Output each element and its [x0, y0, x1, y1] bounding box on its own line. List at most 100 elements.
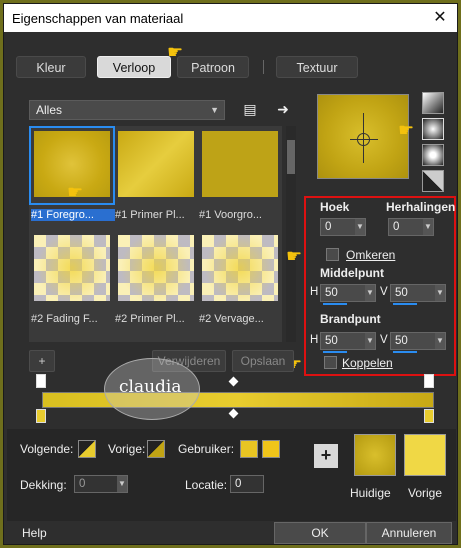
omkeren-checkbox[interactable] — [326, 248, 339, 261]
category-value: Alles — [36, 103, 63, 117]
omkeren-label: Omkeren — [346, 248, 396, 262]
pointer-hand-icon: ☛ — [67, 182, 84, 202]
tab-verloop[interactable]: Verloop — [97, 56, 171, 78]
ok-button[interactable]: OK — [274, 522, 366, 544]
chevron-down-icon[interactable]: ▼ — [365, 285, 375, 301]
brandpunt-h-input[interactable]: 50 ▼ — [320, 332, 376, 353]
gradient-bar[interactable] — [42, 392, 434, 408]
close-button[interactable]: ✕ — [429, 7, 451, 29]
rectangular-style-button[interactable] — [422, 118, 444, 140]
gallery-item[interactable]: #1 Voorgro... — [199, 128, 281, 221]
save-gradient-button[interactable]: Opslaan — [232, 350, 294, 372]
herhalingen-label: Herhalingen — [386, 200, 456, 214]
h-label: H — [310, 286, 319, 298]
tab-separator — [263, 60, 264, 74]
user-color-swatch[interactable] — [240, 440, 258, 458]
gallery-caption: #2 Primer Pl... — [115, 313, 185, 325]
value-slider[interactable] — [393, 351, 417, 353]
tab-kleur[interactable]: Kleur — [16, 56, 86, 78]
gradient-swatch — [118, 235, 194, 301]
hoek-input[interactable]: 0 ▼ — [320, 218, 366, 236]
cancel-button[interactable]: Annuleren — [366, 522, 452, 544]
brandpunt-h-value: 50 — [325, 335, 338, 347]
koppelen-checkbox[interactable] — [324, 356, 337, 369]
add-gradient-button[interactable]: + — [29, 350, 55, 372]
gradient-parameters: Hoek Herhalingen 0 ▼ 0 ▼ Omkeren Middelpun… — [304, 196, 456, 376]
gallery-item[interactable]: #1 Primer Pl... — [115, 128, 197, 221]
tab-patroon[interactable]: Patroon — [177, 56, 249, 78]
gradient-preview[interactable] — [317, 94, 409, 179]
gallery-caption: #1 Foregro... — [31, 209, 115, 221]
gradient-swatch — [34, 235, 110, 301]
middelpunt-v-input[interactable]: 50 ▼ — [390, 284, 446, 305]
h-label: H — [310, 334, 319, 346]
gradient-swatch — [202, 131, 278, 197]
hoek-value: 0 — [325, 221, 332, 233]
vorige-swatch-label: Vorige — [408, 486, 443, 500]
user-color-swatch[interactable] — [262, 440, 280, 458]
gradient-swatch — [202, 235, 278, 301]
chevron-down-icon: ▼ — [210, 105, 219, 115]
brandpunt-v-input[interactable]: 50 ▼ — [390, 332, 446, 353]
locatie-label: Locatie: — [185, 478, 228, 492]
tab-textuur[interactable]: Textuur — [276, 56, 358, 78]
brandpunt-v-value: 50 — [395, 335, 408, 347]
chevron-down-icon[interactable]: ▼ — [365, 333, 375, 349]
v-label: V — [380, 334, 388, 346]
value-slider[interactable] — [323, 303, 347, 305]
dialog-title: Eigenschappen van materiaal — [12, 11, 184, 26]
help-link[interactable]: Help — [22, 526, 47, 540]
gallery-caption: #1 Voorgro... — [199, 209, 262, 221]
volgende-label: Volgende: — [20, 442, 74, 456]
watermark-text: claudia — [119, 377, 182, 397]
linear-style-button[interactable] — [422, 92, 444, 114]
color-stop[interactable] — [36, 409, 46, 423]
gradient-gallery: #1 Foregro... #1 Primer Pl... #1 Voorgro… — [29, 126, 282, 342]
radial-style-button[interactable] — [422, 144, 444, 166]
previous-swatch[interactable] — [404, 434, 446, 476]
background-stop-button[interactable] — [147, 440, 165, 458]
scrollbar-thumb[interactable] — [287, 140, 295, 174]
chevron-down-icon[interactable]: ▼ — [117, 476, 127, 492]
brandpunt-label: Brandpunt — [320, 312, 381, 326]
title-bar: Eigenschappen van materiaal ✕ — [4, 4, 457, 32]
arrow-right-icon[interactable]: ➜ — [274, 100, 292, 118]
chevron-down-icon[interactable]: ▼ — [435, 333, 445, 349]
chevron-down-icon[interactable]: ▼ — [355, 219, 365, 235]
v-label: V — [380, 286, 388, 298]
pointer-hand-icon: ☛ — [398, 120, 415, 140]
vorige-label: Vorige: — [108, 442, 146, 456]
center-handle[interactable] — [357, 133, 370, 146]
dialog-window: Eigenschappen van materiaal ✕ Kleur Verl… — [3, 3, 458, 545]
gallery-item[interactable]: #2 Fading F... — [31, 232, 113, 325]
herhalingen-value: 0 — [393, 221, 400, 233]
gradient-swatch — [118, 131, 194, 197]
locatie-input[interactable]: 0 — [230, 475, 264, 493]
pointer-hand-icon: ☛ — [286, 246, 303, 266]
midpoint-handle[interactable] — [228, 376, 239, 387]
resource-manager-icon[interactable]: ▤ — [241, 100, 259, 118]
gallery-item[interactable]: #2 Vervage... — [199, 232, 281, 325]
gallery-item[interactable]: #2 Primer Pl... — [115, 232, 197, 325]
watermark-logo: claudia — [104, 358, 200, 420]
add-to-swatches-button[interactable]: + — [314, 444, 338, 468]
middelpunt-v-value: 50 — [395, 287, 408, 299]
color-stop[interactable] — [424, 409, 434, 423]
dekking-input[interactable]: 0 ▼ — [74, 475, 128, 493]
gallery-scrollbar[interactable] — [286, 126, 296, 342]
value-slider[interactable] — [323, 351, 347, 353]
transparency-stop[interactable] — [424, 374, 434, 388]
middelpunt-label: Middelpunt — [320, 266, 384, 280]
chevron-down-icon[interactable]: ▼ — [423, 219, 433, 235]
chevron-down-icon[interactable]: ▼ — [435, 285, 445, 301]
middelpunt-h-input[interactable]: 50 ▼ — [320, 284, 376, 305]
category-dropdown[interactable]: Alles ▼ — [29, 100, 225, 120]
gebruiker-label: Gebruiker: — [178, 442, 235, 456]
value-slider[interactable] — [393, 303, 417, 305]
foreground-stop-button[interactable] — [78, 440, 96, 458]
sunburst-style-button[interactable] — [422, 170, 444, 192]
midpoint-handle[interactable] — [228, 408, 239, 419]
herhalingen-input[interactable]: 0 ▼ — [388, 218, 434, 236]
gallery-caption: #2 Vervage... — [199, 313, 264, 325]
transparency-stop[interactable] — [36, 374, 46, 388]
